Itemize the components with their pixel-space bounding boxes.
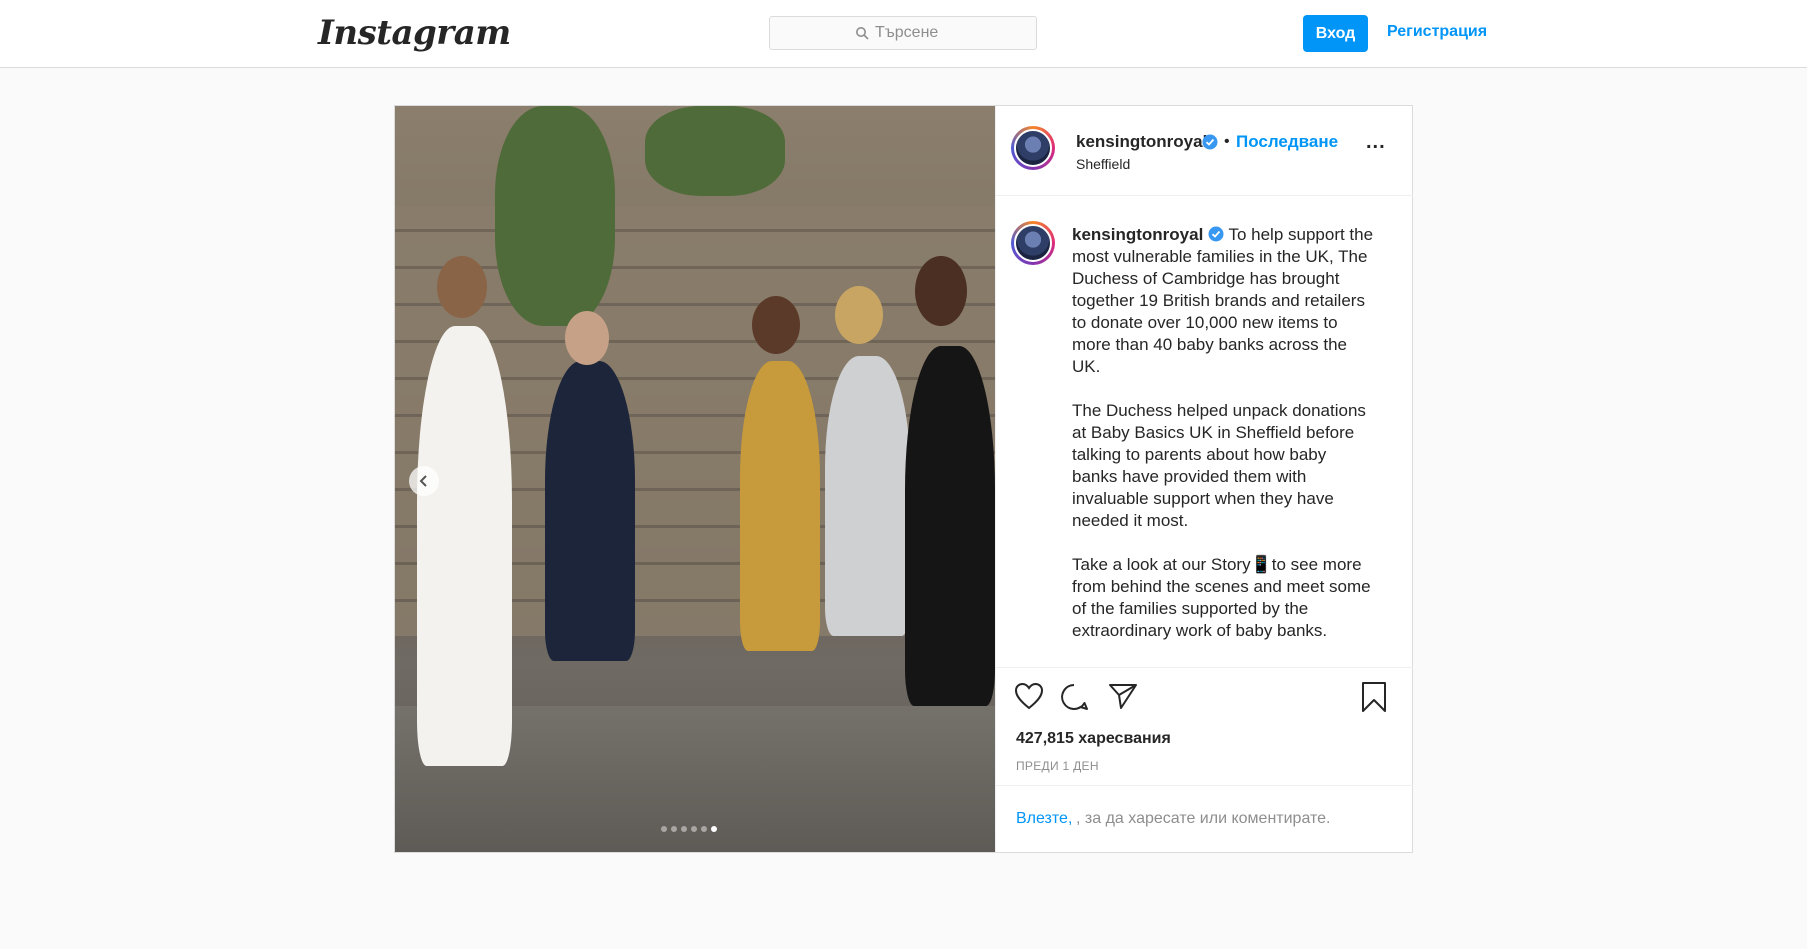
carousel-dot xyxy=(691,826,697,832)
post-card: kensingtonroyal • Последване Sheffield .… xyxy=(394,105,1413,853)
post-header: kensingtonroyal • Последване Sheffield .… xyxy=(996,106,1413,196)
login-prompt-text: , за да харесате или коментирате. xyxy=(1076,810,1331,827)
login-button[interactable]: Вход xyxy=(1303,15,1368,52)
login-prompt-link[interactable]: Влезте, xyxy=(1016,810,1072,828)
avatar[interactable] xyxy=(1011,126,1055,170)
carousel-dot xyxy=(711,826,717,832)
verified-icon xyxy=(1202,134,1218,150)
instagram-logo[interactable]: Instagram xyxy=(318,13,511,53)
post-username[interactable]: kensingtonroyal xyxy=(1076,132,1207,152)
photo-head xyxy=(835,286,883,344)
post-sidebar: kensingtonroyal • Последване Sheffield .… xyxy=(995,106,1413,852)
phone-emoji: 📱 xyxy=(1250,555,1272,574)
follow-button[interactable]: Последване xyxy=(1236,132,1338,152)
post-actions: 427,815 харесвания ПРЕДИ 1 ДЕН xyxy=(996,667,1413,786)
photo-person xyxy=(545,361,635,661)
photo-head xyxy=(565,311,609,365)
carousel-dot xyxy=(671,826,677,832)
carousel-dot xyxy=(661,826,667,832)
carousel-dots xyxy=(661,826,717,832)
login-prompt: Влезте, , за да харесате или коментирате… xyxy=(996,785,1413,853)
signup-link[interactable]: Регистрация xyxy=(1387,23,1487,41)
share-icon[interactable] xyxy=(1108,682,1138,710)
carousel-dot xyxy=(681,826,687,832)
bookmark-icon[interactable] xyxy=(1360,681,1388,713)
caption-paragraph-2: The Duchess helped unpack donations at B… xyxy=(1072,401,1366,530)
post-caption: kensingtonroyal To help support the most… xyxy=(1072,224,1376,664)
comment-icon[interactable] xyxy=(1059,682,1089,712)
photo-head xyxy=(752,296,800,354)
photo-person xyxy=(740,361,820,651)
carousel-dot xyxy=(701,826,707,832)
caption-paragraph-1: To help support the most vulnerable fami… xyxy=(1072,225,1374,376)
photo-head xyxy=(915,256,967,326)
follow-separator: • xyxy=(1224,133,1230,150)
caption-username[interactable]: kensingtonroyal xyxy=(1072,225,1203,244)
photo-ivy xyxy=(495,106,615,326)
caption-paragraph-3a: Take a look at our Story xyxy=(1072,555,1251,574)
photo-person xyxy=(825,356,910,636)
search-input[interactable] xyxy=(770,17,1036,49)
avatar[interactable] xyxy=(1011,221,1055,265)
top-nav: Instagram Вход Регистрация xyxy=(0,0,1807,68)
chevron-left-icon xyxy=(419,475,427,487)
photo-person xyxy=(417,326,512,766)
photo-person xyxy=(905,346,995,706)
heart-icon[interactable] xyxy=(1014,682,1044,710)
search-box[interactable] xyxy=(769,16,1037,50)
more-options-icon[interactable]: ... xyxy=(1366,131,1386,154)
post-photo[interactable] xyxy=(395,106,995,852)
carousel-prev-button[interactable] xyxy=(409,466,439,496)
photo-ivy xyxy=(645,106,785,196)
photo-head xyxy=(437,256,487,318)
post-time[interactable]: ПРЕДИ 1 ДЕН xyxy=(1016,759,1099,773)
post-location[interactable]: Sheffield xyxy=(1076,156,1130,172)
verified-icon xyxy=(1208,226,1224,242)
likes-count[interactable]: 427,815 харесвания xyxy=(1016,730,1171,748)
